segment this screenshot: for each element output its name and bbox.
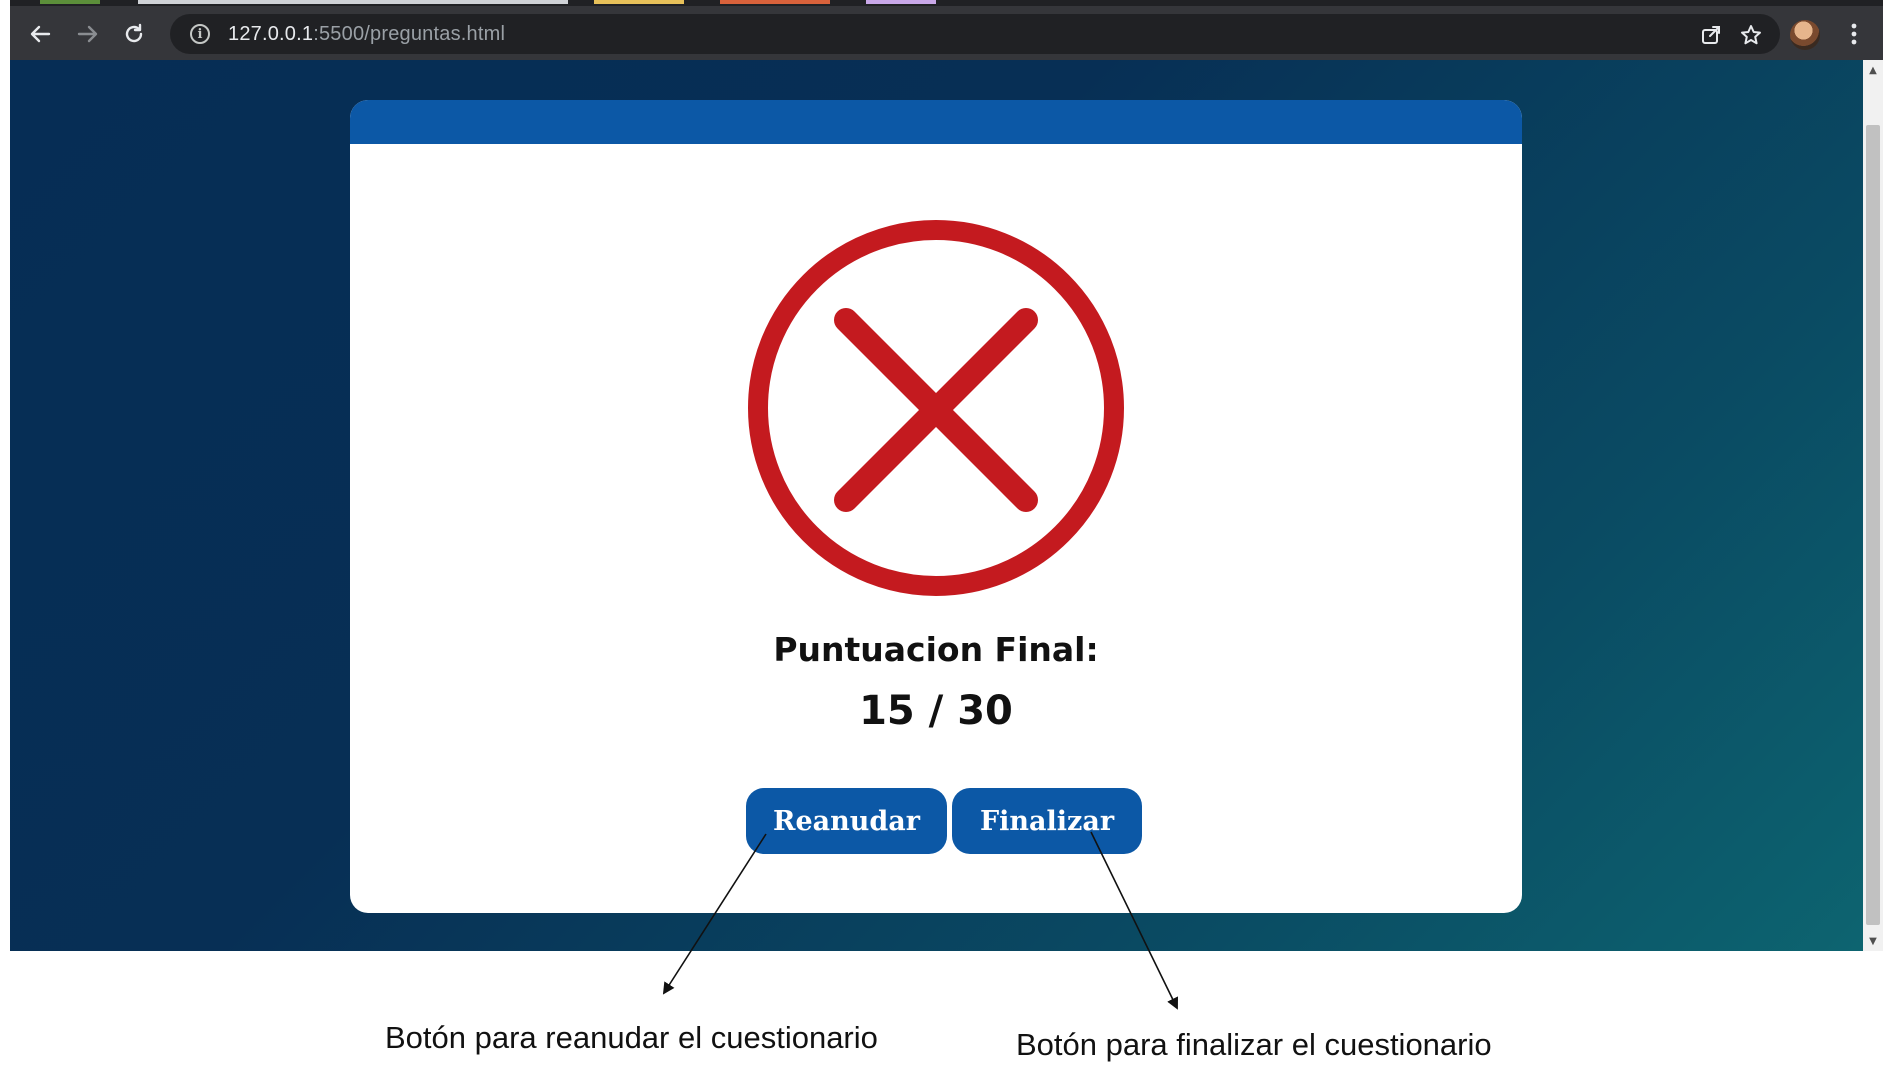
scroll-up-icon[interactable]: ▲ (1863, 60, 1883, 80)
scrollbar-thumb[interactable] (1866, 125, 1880, 925)
scroll-down-icon[interactable]: ▼ (1863, 931, 1883, 951)
url-path: :5500/preguntas.html (313, 23, 506, 45)
address-bar[interactable]: i 127.0.0.1:5500/preguntas.html (170, 14, 1780, 54)
share-icon[interactable] (1698, 22, 1724, 48)
url-text[interactable]: 127.0.0.1:5500/preguntas.html (228, 23, 505, 46)
back-arrow-icon[interactable] (24, 18, 56, 50)
more-vert-icon[interactable] (1844, 18, 1864, 50)
score-value: 15 / 30 (859, 688, 1013, 734)
finish-button[interactable]: Finalizar (952, 788, 1142, 854)
page-viewport: Puntuacion Final: 15 / 30 Reanudar Final… (10, 60, 1863, 951)
scrollbar[interactable]: ▲ ▼ (1863, 60, 1883, 951)
avatar[interactable] (1790, 20, 1820, 50)
fail-x-circle-icon (748, 220, 1124, 596)
url-host: 127.0.0.1 (228, 23, 314, 45)
score-title: Puntuacion Final: (773, 630, 1099, 669)
info-icon[interactable]: i (190, 24, 210, 44)
browser-toolbar: i 127.0.0.1:5500/preguntas.html (10, 6, 1883, 60)
result-card: Puntuacion Final: 15 / 30 Reanudar Final… (350, 100, 1522, 913)
resume-caption: Botón para reanudar el cuestionario (385, 1020, 878, 1055)
browser-window: i 127.0.0.1:5500/preguntas.html Puntuaci… (10, 0, 1883, 951)
star-icon[interactable] (1738, 22, 1764, 48)
screenshot-stage: i 127.0.0.1:5500/preguntas.html Puntuaci… (0, 0, 1883, 1065)
finish-caption: Botón para finalizar el cuestionario (1016, 1027, 1492, 1062)
reload-icon[interactable] (118, 18, 150, 50)
resume-button[interactable]: Reanudar (746, 788, 947, 854)
card-header (350, 100, 1522, 144)
forward-arrow-icon[interactable] (72, 18, 104, 50)
